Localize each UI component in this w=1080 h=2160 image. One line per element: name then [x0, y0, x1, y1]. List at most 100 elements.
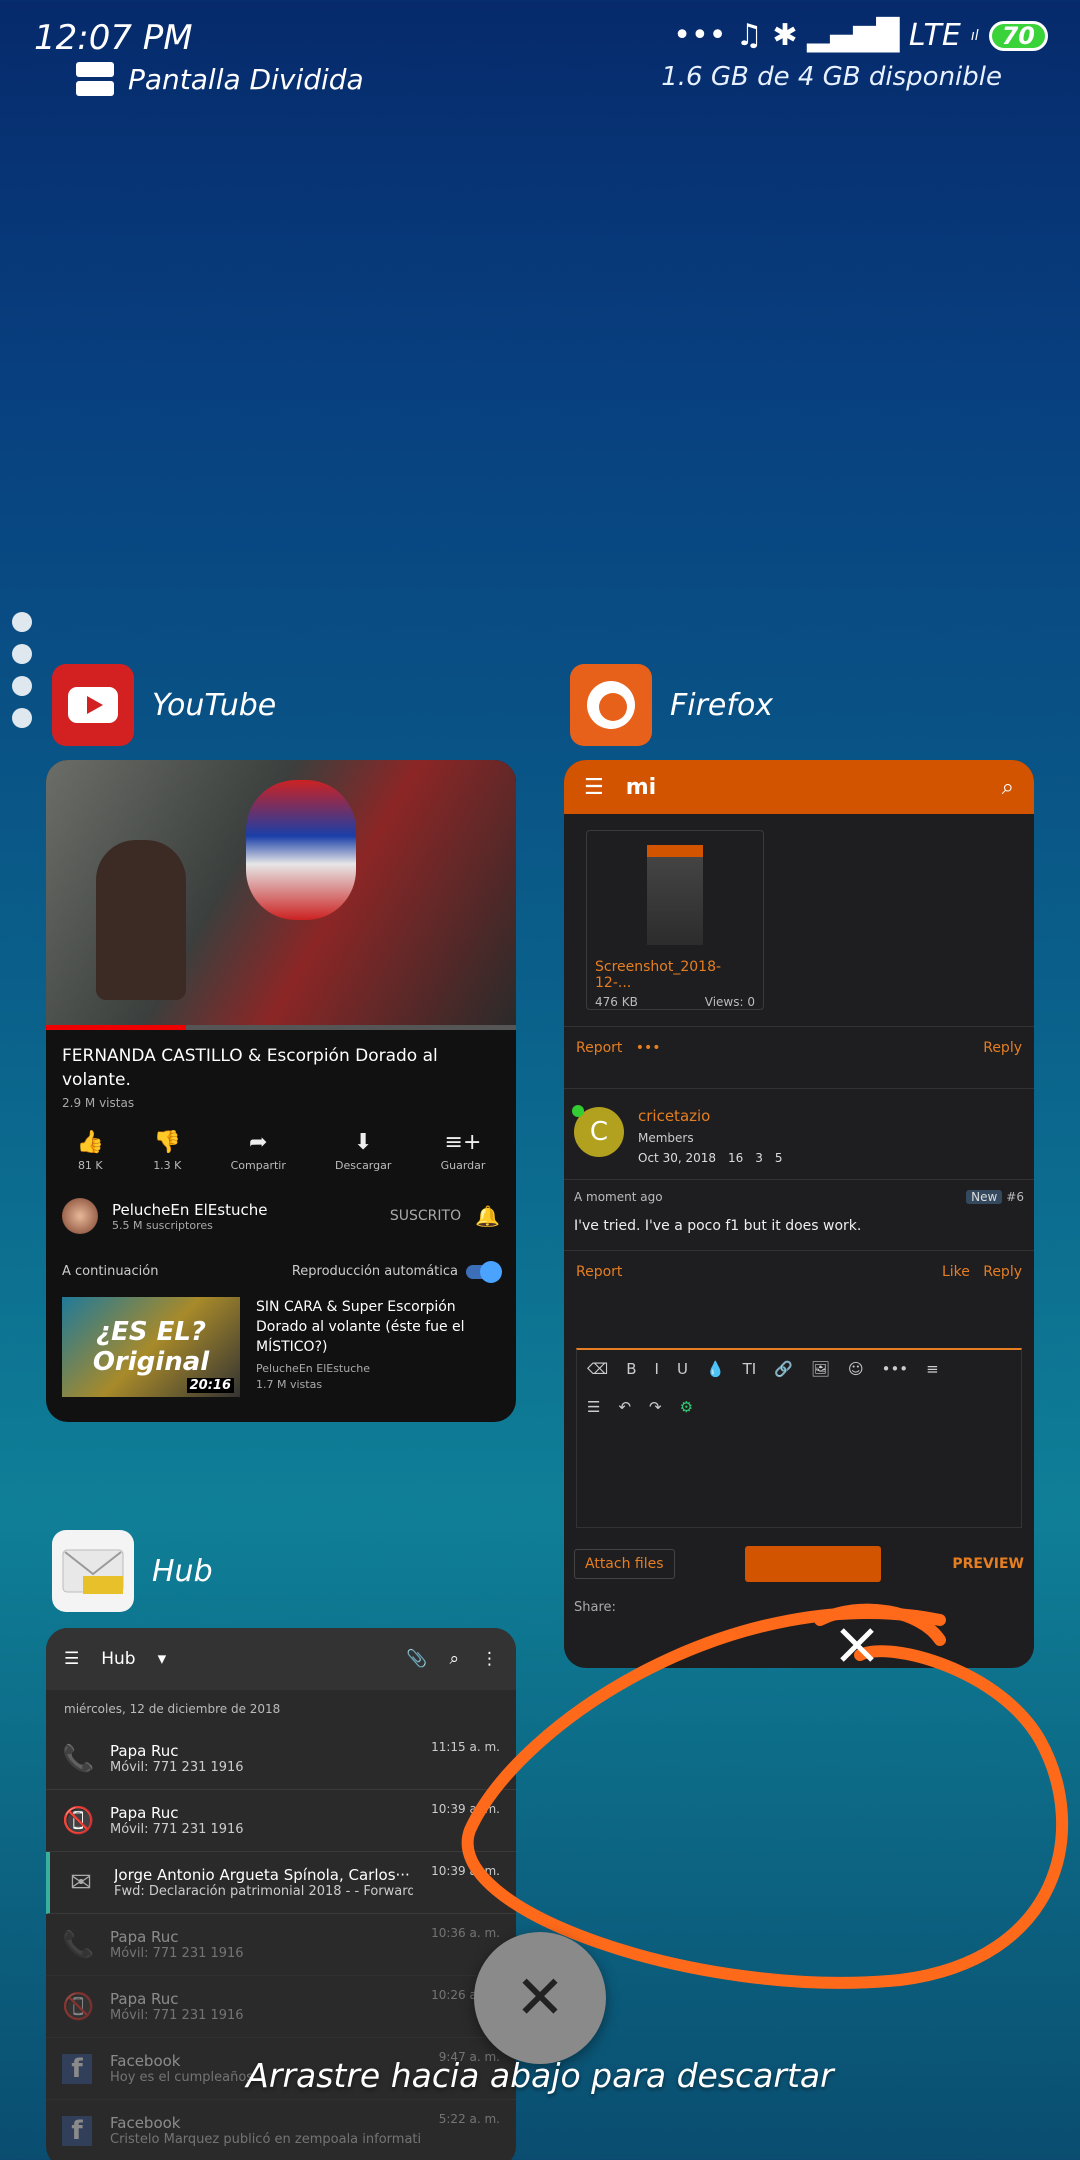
- recommended-video[interactable]: ¿ES EL? Original 20:16 SIN CARA & Super E…: [46, 1291, 516, 1403]
- post-text: I've tried. I've a poco f1 but it does w…: [574, 1218, 862, 1234]
- youtube-header[interactable]: YouTube: [52, 664, 276, 746]
- recommended-views: 1.7 M vistas: [256, 1378, 323, 1391]
- item-detail: Fwd: Declaración patrimonial 2018 - - Fo…: [114, 1884, 414, 1899]
- menu-icon[interactable]: ☰: [584, 775, 604, 800]
- split-screen-button[interactable]: Pantalla Dividida: [76, 62, 364, 96]
- battery-icon: 70: [988, 20, 1048, 51]
- reply-editor[interactable]: ⌫ B I U 💧 TI 🔗 🖼 ☺ ••• ≡ ☰ ↶ ↷ ⚙: [576, 1348, 1022, 1528]
- chevron-down-icon[interactable]: ▾: [158, 1649, 167, 1669]
- youtube-app-name: YouTube: [152, 687, 277, 723]
- autoplay-toggle[interactable]: Reproducción automática: [292, 1260, 502, 1283]
- color-tool[interactable]: 💧: [706, 1360, 725, 1378]
- menu-icon[interactable]: ☰: [64, 1649, 79, 1669]
- attachment-icon[interactable]: 📎: [406, 1649, 427, 1669]
- post-actions: Report ••• Reply: [564, 1026, 1034, 1068]
- hub-title[interactable]: Hub: [101, 1649, 135, 1669]
- page-dots: [12, 612, 32, 728]
- firefox-card[interactable]: ☰ mi ⌕ Screenshot_2018-12-... 476 KB View…: [564, 760, 1034, 1668]
- item-name: Jorge Antonio Argueta Spínola, Carlos···: [114, 1866, 410, 1884]
- hub-header[interactable]: Hub: [52, 1530, 213, 1612]
- report-link-2[interactable]: Report: [576, 1264, 622, 1280]
- user-avatar[interactable]: C: [572, 1105, 624, 1157]
- split-screen-icon: [76, 62, 114, 96]
- item-detail: Cristelo Marquez publicó en zempoala inf…: [110, 2132, 421, 2147]
- align-tool[interactable]: ≡: [926, 1360, 939, 1378]
- close-icon: ✕: [514, 1963, 566, 2033]
- username[interactable]: cricetazio: [638, 1107, 783, 1125]
- like-icon: 👍: [76, 1130, 104, 1155]
- recommended-channel: PelucheEn ElEstuche: [256, 1362, 371, 1375]
- item-detail: Móvil: 771 231 1916: [110, 1760, 244, 1775]
- bold-tool[interactable]: B: [626, 1360, 636, 1378]
- channel-avatar: [62, 1198, 98, 1234]
- like-button[interactable]: 👍 81 K: [77, 1130, 104, 1172]
- settings-tool[interactable]: ⚙: [680, 1398, 693, 1416]
- undo-tool[interactable]: ↶: [618, 1398, 631, 1416]
- size-tool[interactable]: TI: [743, 1360, 757, 1378]
- eraser-tool[interactable]: ⌫: [587, 1360, 608, 1378]
- firefox-app-name: Firefox: [670, 687, 774, 723]
- attach-files-button[interactable]: Attach files: [574, 1549, 675, 1579]
- save-button[interactable]: ≡+ Guardar: [441, 1130, 486, 1172]
- report-link[interactable]: Report: [576, 1040, 622, 1056]
- dislike-button[interactable]: 👎 1.3 K: [153, 1130, 181, 1172]
- bell-icon[interactable]: 🔔: [475, 1204, 500, 1228]
- dismiss-hint: Arrastre hacia abajo para descartar: [246, 2056, 834, 2095]
- video-views: 2.9 M vistas: [62, 1096, 135, 1110]
- dislike-icon: 👎: [153, 1130, 181, 1155]
- channel-row[interactable]: PelucheEn ElEstuche 5.5 M suscriptores SU…: [46, 1180, 516, 1252]
- post-reply-button[interactable]: [745, 1546, 882, 1582]
- missed-call-icon: 📵: [62, 1991, 95, 2022]
- points-count: 5: [774, 1151, 783, 1165]
- item-name: Facebook: [110, 2114, 181, 2132]
- mail-icon: ✉: [70, 1867, 92, 1898]
- reply-link-2[interactable]: Reply: [983, 1264, 1022, 1280]
- list-tool[interactable]: ☰: [587, 1398, 600, 1416]
- item-detail: Móvil: 771 231 1916: [110, 2008, 244, 2023]
- youtube-app-icon: [52, 664, 134, 746]
- preview-button[interactable]: PREVIEW: [952, 1556, 1024, 1572]
- clear-all-button[interactable]: ✕: [474, 1932, 606, 2064]
- item-name: Papa Ruc: [110, 1742, 179, 1760]
- post-number[interactable]: #6: [1006, 1190, 1024, 1204]
- split-screen-label: Pantalla Dividida: [128, 62, 364, 96]
- status-time: 12:07 PM: [34, 18, 193, 58]
- editor-toolbar: ⌫ B I U 💧 TI 🔗 🖼 ☺ ••• ≡: [577, 1350, 1021, 1388]
- youtube-card[interactable]: FERNANDA CASTILLO & Escorpión Dorado al …: [46, 760, 516, 1422]
- up-next-label: A continuación: [62, 1264, 159, 1279]
- video-actions: 👍 81 K 👎 1.3 K ➦ Compartir ⬇ Descargar ≡+ Gua…: [46, 1110, 516, 1180]
- site-logo[interactable]: mi: [626, 775, 656, 800]
- share-button[interactable]: ➦ Compartir: [231, 1130, 286, 1172]
- underline-tool[interactable]: U: [677, 1360, 688, 1378]
- download-button[interactable]: ⬇ Descargar: [335, 1130, 391, 1172]
- video-player[interactable]: [46, 760, 516, 1025]
- emoji-tool[interactable]: ☺: [848, 1360, 864, 1378]
- video-title: FERNANDA CASTILLO & Escorpión Dorado al …: [62, 1046, 438, 1090]
- hub-app-name: Hub: [152, 1553, 213, 1589]
- up-next-row: A continuación Reproducción automática: [46, 1252, 516, 1291]
- link-tool[interactable]: 🔗: [774, 1360, 793, 1378]
- item-name: Papa Ruc: [110, 1990, 179, 2008]
- list-item[interactable]: f Facebook Cristelo Marquez publicó en ze…: [46, 2100, 516, 2160]
- attachment[interactable]: Screenshot_2018-12-... 476 KB Views: 0: [586, 830, 764, 1010]
- signal-icons: ••• ♫ ✱ ▂▄▆█ LTE: [673, 18, 961, 53]
- redo-tool[interactable]: ↷: [649, 1398, 662, 1416]
- attachment-name: Screenshot_2018-12-...: [595, 959, 722, 991]
- item-name: Papa Ruc: [110, 1804, 179, 1822]
- firefox-app-icon: [570, 664, 652, 746]
- like-link[interactable]: Like: [942, 1264, 970, 1280]
- image-tool[interactable]: 🖼: [811, 1360, 830, 1378]
- download-icon: ⬇: [354, 1130, 373, 1155]
- reply-link[interactable]: Reply: [983, 1040, 1022, 1056]
- more-link[interactable]: •••: [636, 1040, 661, 1056]
- post-actions-2: Report Like Reply: [564, 1250, 1034, 1292]
- search-icon[interactable]: ⌕: [1002, 775, 1014, 800]
- subscribed-button[interactable]: SUSCRITO: [390, 1208, 461, 1224]
- more-tool[interactable]: •••: [882, 1360, 909, 1378]
- post-author: C cricetazio Members Oct 30, 2018 16 3 5: [564, 1088, 1034, 1179]
- save-icon: ≡+: [444, 1130, 482, 1155]
- italic-tool[interactable]: I: [655, 1360, 659, 1378]
- post-time: A moment ago: [574, 1190, 663, 1204]
- forum-toolbar: ☰ mi ⌕: [564, 760, 1034, 814]
- firefox-header[interactable]: Firefox: [570, 664, 773, 746]
